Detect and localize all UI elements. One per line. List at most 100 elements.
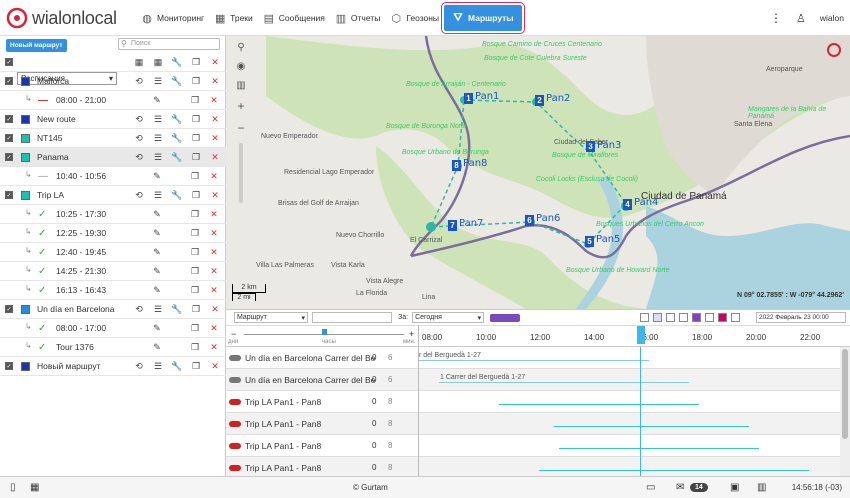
route-point-pin[interactable]: 5 (585, 236, 594, 247)
schedule-row[interactable]: ↳ ✓ 12:25 - 19:30 ✎ ❐ ✕ (0, 224, 226, 243)
schedule-row[interactable]: ↳ ✓ 10:25 - 17:30 ✎ ❐ ✕ (0, 205, 226, 224)
copy-icon[interactable]: ❐ (190, 76, 202, 87)
copy-icon[interactable]: ❐ (189, 323, 201, 334)
delete-icon[interactable]: ✕ (209, 190, 221, 201)
route-row[interactable]: ✓ NT145 ⟲ ☰ 🔧 ❐ ✕ (0, 129, 226, 148)
delete-icon[interactable]: ✕ (209, 152, 221, 163)
copy-icon[interactable]: ❐ (189, 266, 201, 277)
image-icon[interactable]: ▣ (730, 482, 739, 493)
timeline-row[interactable]: Trip LA Pan1 - Pan8 0 8 (226, 413, 840, 435)
book-icon[interactable]: ▥ (757, 482, 766, 493)
schedule-row[interactable]: ↳ — 08:00 - 21:00 ✎ ❐ ✕ (0, 91, 226, 110)
select-all-checkbox[interactable]: ✓ (5, 58, 13, 66)
schedule-row[interactable]: ↳ ✓ 14:25 - 21:30 ✎ ❐ ✕ (0, 262, 226, 281)
notifications-icon[interactable]: ▭ (646, 482, 655, 493)
nav-geofences[interactable]: ⬡ Геозоны (385, 0, 444, 36)
delete-icon[interactable]: ✕ (209, 304, 221, 315)
pencil-icon[interactable]: ✎ (151, 95, 163, 106)
view-icon[interactable] (666, 313, 675, 322)
wrench-icon[interactable]: 🔧 (171, 76, 183, 87)
schedule-row[interactable]: ↳ ✓ 08:00 - 17:00 ✎ ❐ ✕ (0, 319, 226, 338)
timeline-bar[interactable] (559, 442, 759, 449)
route-checkbox[interactable]: ✓ (5, 362, 13, 370)
delete-icon[interactable]: ✕ (208, 266, 220, 277)
more-menu-icon[interactable]: ⋮ (770, 11, 782, 25)
wrench-icon[interactable]: 🔧 (171, 361, 183, 372)
delete-icon[interactable]: ✕ (208, 323, 220, 334)
type-select[interactable]: Маршрут ▾ (234, 312, 308, 323)
copy-icon[interactable]: ❐ (189, 285, 201, 296)
route-point-pin[interactable]: 6 (525, 215, 534, 226)
scale-handle[interactable] (322, 329, 327, 335)
zoom-in-timeline-icon[interactable]: + (409, 329, 414, 339)
copy-icon[interactable]: ❐ (190, 361, 202, 372)
copy-icon[interactable]: ❐ (189, 342, 201, 353)
copy-icon[interactable]: ❐ (190, 133, 202, 144)
date-input[interactable]: 2022 Февраль 23 00:00 (756, 312, 846, 323)
wrench-icon[interactable]: 🔧 (171, 304, 183, 315)
route-point-pin[interactable]: 7 (448, 220, 457, 231)
view-icon[interactable] (679, 313, 688, 322)
timeline-scrollbar[interactable] (840, 347, 850, 476)
nav-tracks[interactable]: ▦ Треки (209, 0, 258, 36)
route-row[interactable]: ✓ Mallorca ⟲ ☰ 🔧 ❐ ✕ (0, 72, 226, 91)
pencil-icon[interactable]: ✎ (151, 209, 163, 220)
nav-monitoring[interactable]: ◍ Мониторинг (136, 0, 209, 36)
route-checkbox[interactable]: ✓ (5, 134, 13, 142)
route-point-pin[interactable]: 2 (535, 95, 544, 106)
nav-routes[interactable]: ⛛ Маршруты (441, 2, 525, 34)
pencil-icon[interactable]: ✎ (151, 285, 163, 296)
delete-icon[interactable]: ✕ (208, 342, 220, 353)
route-checkbox[interactable]: ✓ (5, 153, 13, 161)
view-icon[interactable] (718, 313, 727, 322)
timeline-bar[interactable] (499, 398, 699, 405)
timeline-row[interactable]: Trip LA Pan1 - Pan8 0 8 (226, 391, 840, 413)
copy-icon[interactable]: ❐ (190, 190, 202, 201)
layers-icon[interactable]: ▥ (236, 80, 245, 91)
eye-icon[interactable]: ◉ (237, 61, 246, 72)
pencil-icon[interactable]: ✎ (151, 247, 163, 258)
schedule-add-icon[interactable]: ⟲ (133, 190, 145, 201)
copy-icon[interactable]: ❐ (190, 304, 202, 315)
list-icon[interactable]: ☰ (152, 133, 164, 144)
route-point-pin[interactable]: 4 (623, 199, 632, 210)
pencil-icon[interactable]: ✎ (151, 342, 163, 353)
route-checkbox[interactable]: ✓ (5, 77, 13, 85)
nav-reports[interactable]: ▥ Отчеты (330, 0, 385, 36)
delete-icon[interactable]: ✕ (209, 114, 221, 125)
wrench-icon[interactable]: 🔧 (171, 114, 183, 125)
table-icon[interactable]: ▦ (133, 57, 145, 68)
panel-toggle-icon[interactable]: ▯ (10, 482, 16, 493)
logo[interactable]: wialonlocal (6, 6, 117, 30)
color-legend[interactable] (490, 313, 521, 322)
route-row[interactable]: ✓ Panama ⟲ ☰ 🔧 ❐ ✕ (0, 148, 226, 167)
timeline-row[interactable]: Un día en Barcelona Carrer del Berguedà0… (226, 347, 840, 369)
zoom-slider[interactable] (239, 143, 243, 203)
pencil-icon[interactable]: ✎ (151, 323, 163, 334)
view-icon[interactable] (692, 313, 701, 322)
schedule-row[interactable]: ↳ ✓ 16:13 - 16:43 ✎ ❐ ✕ (0, 281, 226, 300)
period-select[interactable]: Сегодня ▾ (412, 312, 485, 323)
route-row[interactable]: ✓ Trip LA ⟲ ☰ 🔧 ❐ ✕ (0, 186, 226, 205)
wrench-icon[interactable]: 🔧 (171, 57, 183, 68)
copy-icon[interactable]: ❐ (189, 171, 201, 182)
copy-icon[interactable]: ❐ (190, 57, 202, 68)
schedule-add-icon[interactable]: ⟲ (133, 114, 145, 125)
grid-icon[interactable]: ▦ (30, 482, 39, 493)
schedule-add-icon[interactable]: ⟲ (133, 152, 145, 163)
list-icon[interactable]: ☰ (152, 361, 164, 372)
delete-icon[interactable]: ✕ (208, 171, 220, 182)
route-point-pin[interactable]: 1 (464, 93, 473, 104)
pencil-icon[interactable]: ✎ (151, 228, 163, 239)
delete-icon[interactable]: ✕ (209, 76, 221, 87)
mail-icon[interactable]: ✉ (676, 482, 684, 493)
copy-icon[interactable]: ❐ (190, 152, 202, 163)
timeline-bar[interactable] (539, 464, 809, 471)
route-checkbox[interactable]: ✓ (5, 115, 13, 123)
user-icon[interactable]: ♙ (796, 12, 806, 25)
map[interactable]: 1 Pan1 2 Pan2 3 Pan3 4 Pan4 5 Pan5 6 Pan6 7 Pan… (226, 36, 850, 309)
search-icon[interactable]: ⚲ (237, 42, 244, 53)
search-input[interactable]: ⚲ Поиск (118, 38, 220, 50)
schedule-add-icon[interactable]: ⟲ (133, 361, 145, 372)
list-icon[interactable]: ☰ (152, 304, 164, 315)
